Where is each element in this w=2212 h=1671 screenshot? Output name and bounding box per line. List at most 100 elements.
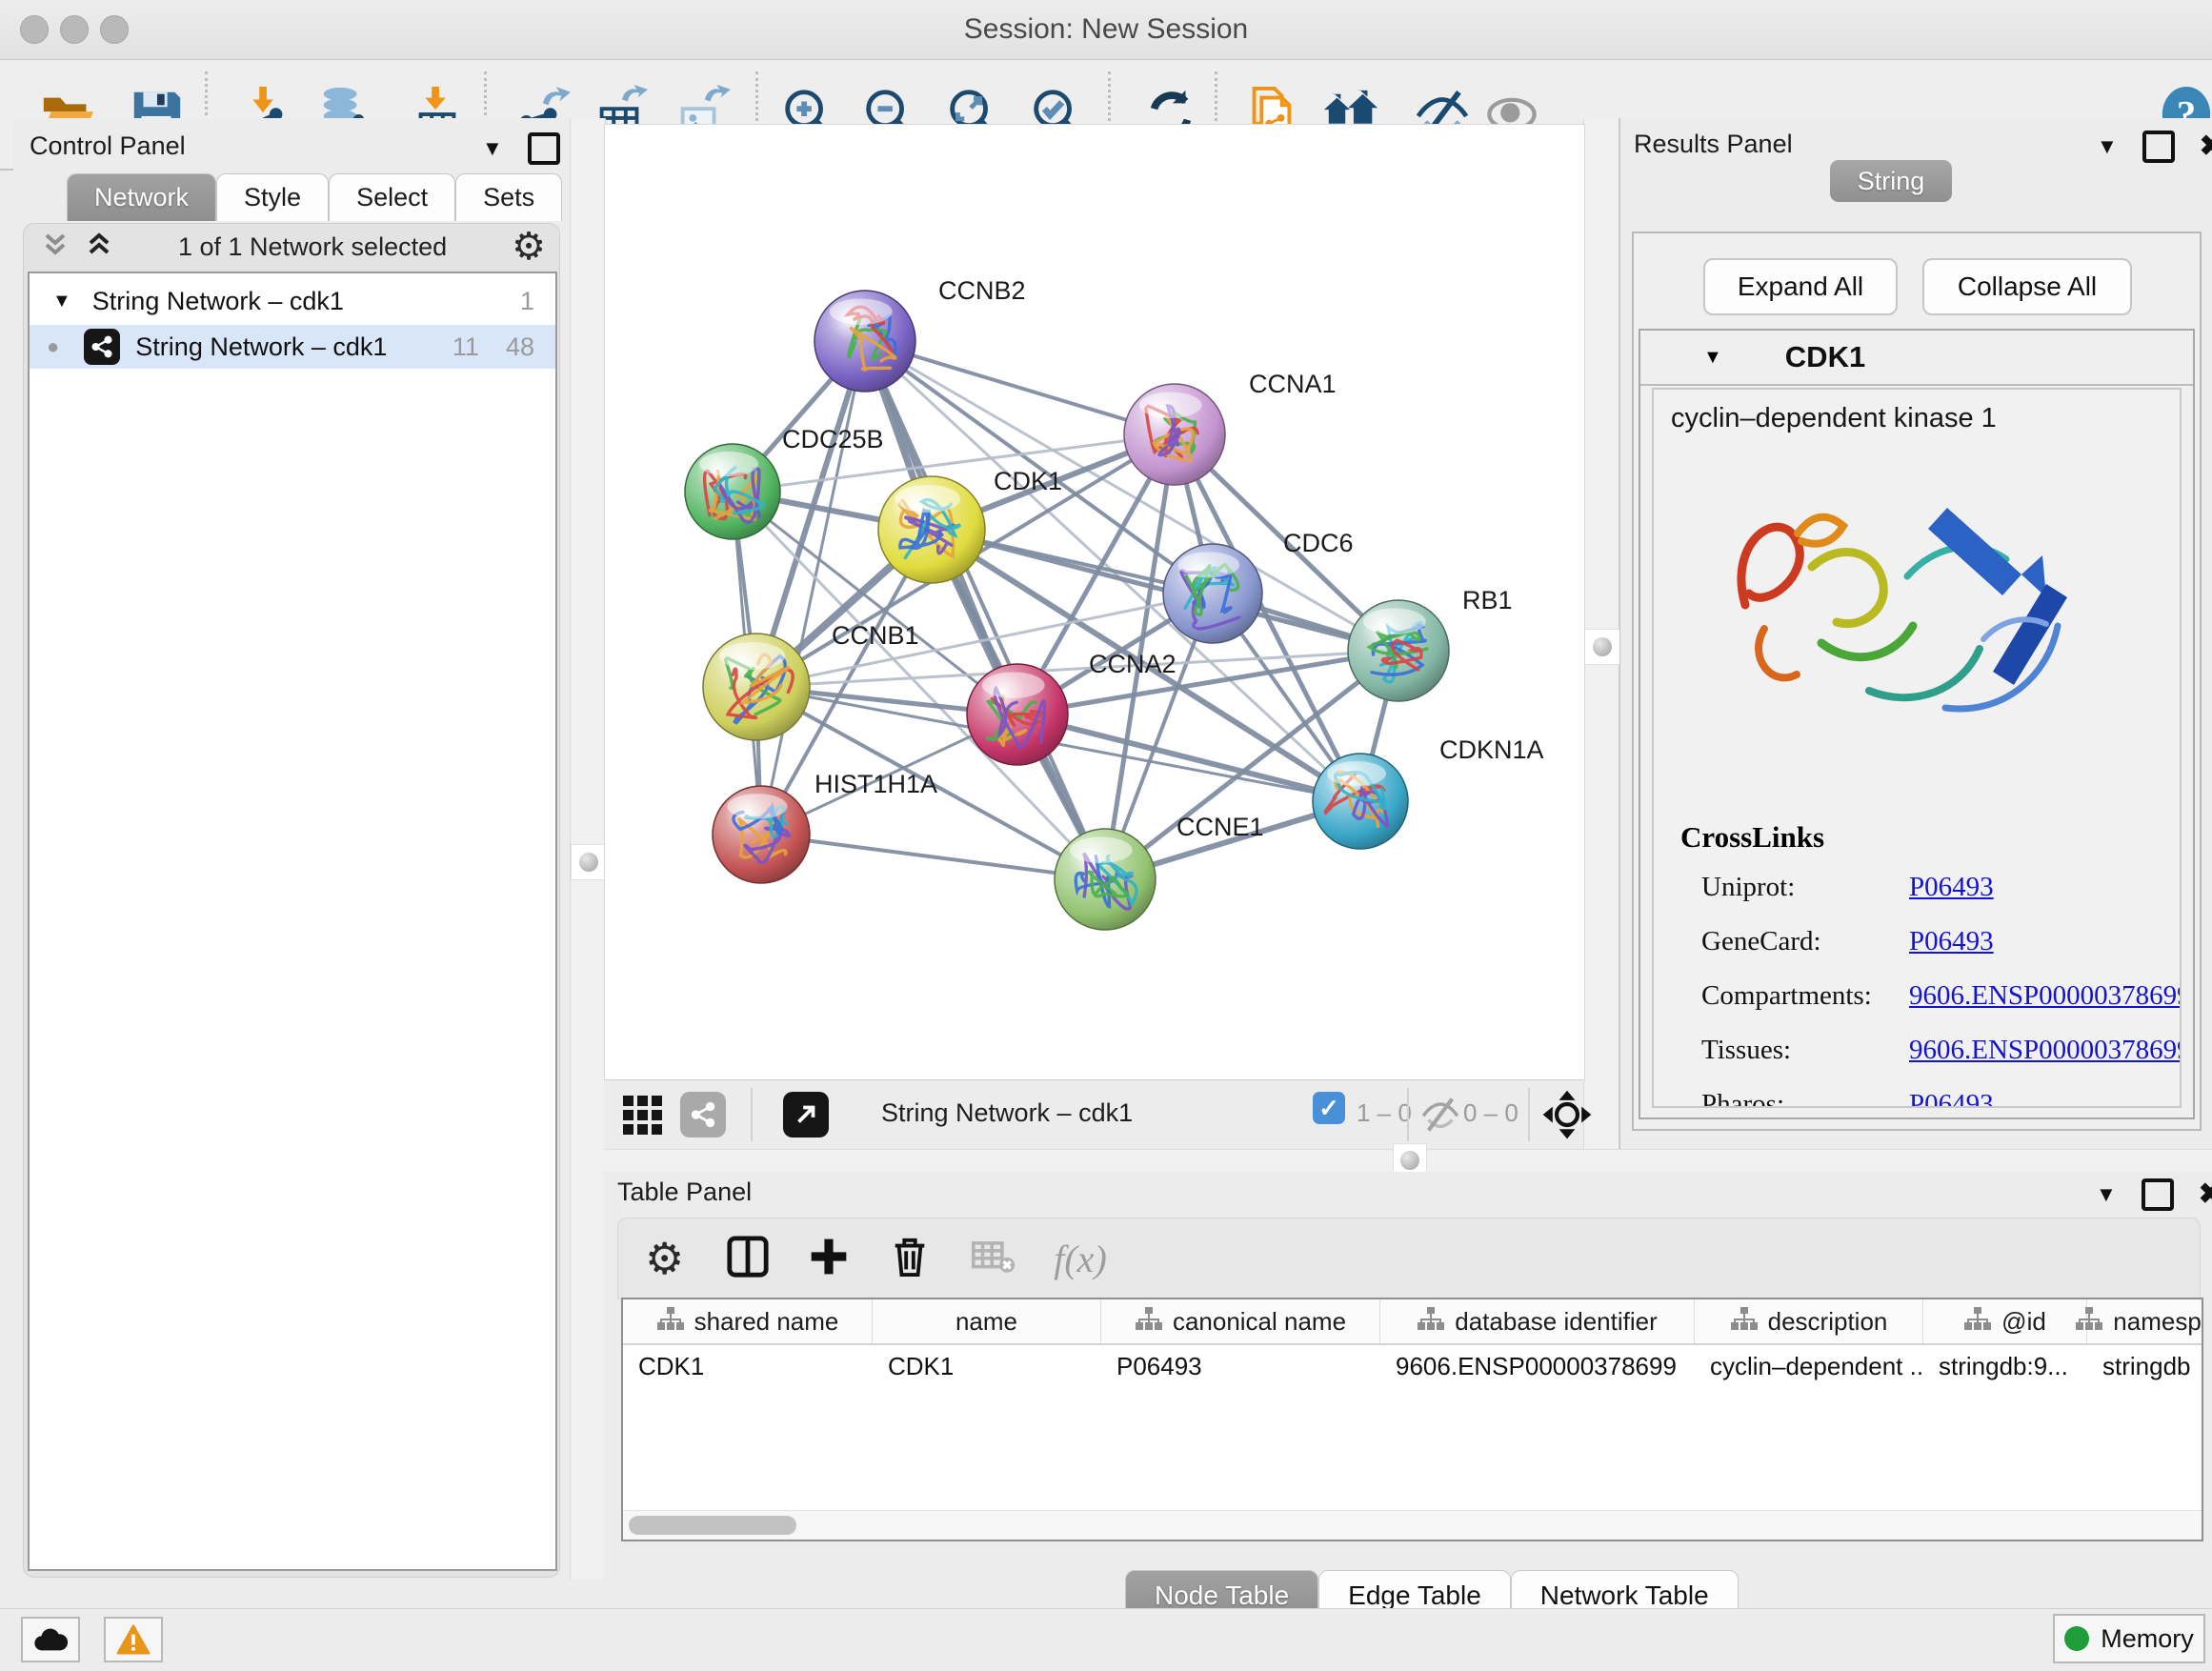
node-label: RB1 <box>1462 586 1513 614</box>
table-cell[interactable]: 9606.ENSP00000378699 <box>1380 1345 1695 1387</box>
network-node-hist1h1a[interactable]: HIST1H1A <box>713 770 937 883</box>
network-node-rb1[interactable]: RB1 <box>1348 586 1513 701</box>
table-row[interactable]: CDK1CDK1P064939606.ENSP00000378699cyclin… <box>623 1345 2203 1387</box>
column-header-shared-name[interactable]: shared name <box>623 1299 873 1343</box>
collapse-triangle-icon[interactable]: ▼ <box>1703 347 1722 369</box>
network-canvas[interactable]: CCNB2CCNA1CDC25BCDK1CDC6RB1CCNB1CCNA2CDK… <box>604 124 1585 1081</box>
column-header-name[interactable]: name <box>873 1299 1101 1343</box>
crosslink-link[interactable]: P06493 <box>1909 872 1994 903</box>
expand-all-button[interactable]: Expand All <box>1703 258 1898 315</box>
network-node-ccne1[interactable]: CCNE1 <box>1055 813 1264 930</box>
panel-menu-icon[interactable]: ▼ <box>2097 134 2118 159</box>
gene-name: CDK1 <box>1785 340 1865 374</box>
horizontal-splitter[interactable] <box>604 1149 2212 1174</box>
tab-sets[interactable]: Sets <box>455 173 562 221</box>
horizontal-scrollbar[interactable] <box>623 1510 2202 1540</box>
splitter-handle[interactable] <box>571 844 607 880</box>
tab-style[interactable]: Style <box>216 173 329 221</box>
collapse-triangle-icon[interactable]: ▼ <box>52 291 71 312</box>
node-table[interactable]: shared namenamecanonical name database id… <box>621 1298 2203 1541</box>
column-type-icon <box>1135 1306 1163 1338</box>
network-edge[interactable] <box>761 835 1105 879</box>
gene-entry-header[interactable]: ▼ CDK1 <box>1640 331 2193 386</box>
panel-close-icon[interactable]: ✖ <box>2200 130 2212 163</box>
string-network-icon <box>84 329 120 365</box>
panel-float-icon[interactable] <box>2142 131 2175 163</box>
panel-menu-icon[interactable]: ▼ <box>2096 1182 2117 1207</box>
function-builder-icon: f(x) <box>1054 1237 1107 1281</box>
crosslinks-title: CrossLinks <box>1680 820 1824 855</box>
column-type-icon <box>1417 1306 1445 1338</box>
network-node-ccna1[interactable]: CCNA1 <box>1124 370 1337 485</box>
right-splitter[interactable] <box>1583 118 1619 1149</box>
panel-float-icon[interactable] <box>528 132 560 165</box>
collapse-all-chevron-icon[interactable] <box>85 230 113 265</box>
column-header-label: @id <box>2001 1307 2046 1337</box>
add-column-icon[interactable] <box>808 1236 850 1282</box>
network-edge[interactable] <box>761 341 865 835</box>
crosslink-link[interactable]: 9606.ENSP00000378699 <box>1909 980 2182 1012</box>
column-header-namespace[interactable]: namespace <box>2087 1299 2203 1343</box>
tab-select[interactable]: Select <box>329 173 455 221</box>
network-node-count: 11 <box>452 332 479 362</box>
selected-node-edge-counts: 1 – 0 <box>1357 1098 1412 1128</box>
tab-network[interactable]: Network <box>67 173 216 221</box>
network-options-gear-icon[interactable]: ⚙ <box>512 228 546 266</box>
network-node-cdk1[interactable]: CDK1 <box>878 467 1062 583</box>
column-type-icon <box>656 1306 685 1338</box>
table-panel-controls: ▼ ✖ <box>2096 1178 2212 1211</box>
hidden-node-edge-counts: 0 – 0 <box>1463 1098 1518 1128</box>
network-node-cdkn1a[interactable]: CDKN1A <box>1313 735 1544 849</box>
string-results-box: Expand All Collapse All ▼ CDK1 cyclin–de… <box>1632 232 2202 1131</box>
network-edge-count: 48 <box>506 332 534 362</box>
crosslink-link[interactable]: 9606.ENSP00000378699 <box>1909 1035 2182 1066</box>
column-header-database-identifier[interactable]: database identifier <box>1380 1299 1695 1343</box>
crosslink-link[interactable]: P06493 <box>1909 926 1994 957</box>
selected-checkbox-icon[interactable]: ✓ <box>1313 1092 1345 1124</box>
control-panel-title: Control Panel <box>30 131 186 161</box>
crosslink-label: Tissues: <box>1701 1035 1791 1065</box>
expand-all-chevron-icon[interactable] <box>41 230 70 265</box>
panel-float-icon[interactable] <box>2142 1178 2174 1211</box>
table-cell[interactable]: cyclin–dependent ... <box>1695 1345 1923 1387</box>
crosslink-row: Tissues:9606.ENSP00000378699 <box>1701 1035 2178 1066</box>
crosslink-label: Compartments: <box>1701 980 1872 1011</box>
title-bar: Session: New Session <box>0 0 2212 60</box>
column-header-label: database identifier <box>1455 1307 1657 1337</box>
memory-status-dot <box>2064 1626 2089 1651</box>
network-edge[interactable] <box>865 341 1105 879</box>
memory-button[interactable]: Memory <box>2053 1614 2205 1663</box>
table-options-gear-icon[interactable]: ⚙ <box>645 1237 684 1280</box>
table-cell[interactable]: P06493 <box>1101 1345 1380 1387</box>
show-columns-icon[interactable] <box>726 1235 770 1283</box>
scrollbar-thumb[interactable] <box>629 1516 796 1535</box>
delete-column-icon[interactable] <box>890 1235 930 1283</box>
crosslink-link[interactable]: P06493 <box>1909 1089 1994 1108</box>
collapse-all-button[interactable]: Collapse All <box>1922 258 2132 315</box>
column-header-canonical-name[interactable]: canonical name <box>1101 1299 1380 1343</box>
splitter-handle[interactable] <box>1584 629 1620 665</box>
string-view-icon[interactable] <box>680 1092 726 1137</box>
network-collection-row[interactable]: ▼ String Network – cdk1 1 <box>30 279 555 323</box>
column-header-description[interactable]: description <box>1695 1299 1923 1343</box>
crosslink-label: Pharos: <box>1701 1089 1784 1108</box>
birds-eye-view-icon[interactable] <box>783 1092 829 1137</box>
table-cell[interactable]: stringdb:9... <box>1923 1345 2087 1387</box>
node-label: CCNA1 <box>1249 370 1337 398</box>
network-row[interactable]: ● String Network – cdk1 11 48 <box>30 325 555 369</box>
left-splitter[interactable] <box>570 118 606 1580</box>
gene-entry-body: cyclin–dependent kinase 1 <box>1652 388 2182 1108</box>
table-cell[interactable]: stringdb <box>2087 1345 2203 1387</box>
network-status-dot-icon: ● <box>47 334 59 359</box>
panel-close-icon[interactable]: ✖ <box>2199 1178 2212 1211</box>
table-cell[interactable]: CDK1 <box>623 1345 873 1387</box>
warning-status-button[interactable] <box>104 1617 163 1662</box>
panel-menu-icon[interactable]: ▼ <box>482 136 503 161</box>
table-cell[interactable]: CDK1 <box>873 1345 1101 1387</box>
tab-string[interactable]: String <box>1830 160 1952 202</box>
cloud-status-button[interactable] <box>21 1617 80 1662</box>
fit-content-crosshair-icon[interactable] <box>1541 1089 1593 1145</box>
network-node-cdc25b[interactable]: CDC25B <box>685 425 884 539</box>
grid-view-icon[interactable] <box>621 1092 667 1142</box>
column-header--id[interactable]: @id <box>1923 1299 2087 1343</box>
